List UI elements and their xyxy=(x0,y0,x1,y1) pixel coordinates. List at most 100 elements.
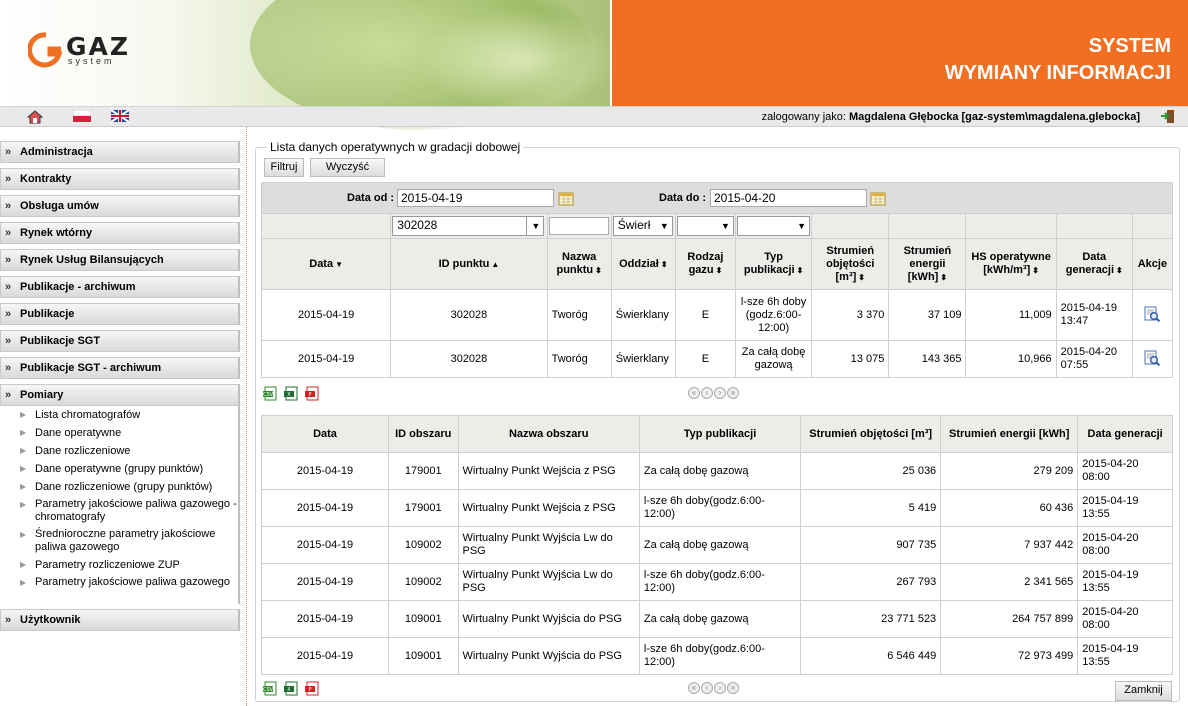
calendar-icon[interactable] xyxy=(558,191,574,206)
csv-export-icon[interactable]: CSV xyxy=(263,386,277,401)
table-row[interactable]: 2015-04-19 179001 Wirtualny Punkt Wejścia … xyxy=(261,489,1173,527)
column-header[interactable]: Data generacji xyxy=(1077,415,1173,453)
table-cell: 109002 xyxy=(387,563,459,601)
table-row[interactable]: 2015-04-19 302028 Tworóg Świerklany El-sze 6… xyxy=(260,289,1174,341)
date-to-input[interactable]: 2015-04-20 xyxy=(710,189,867,207)
table-row[interactable]: 2015-04-19 179001 Wirtualny Punkt Wejścia … xyxy=(261,452,1173,490)
pdf-export-icon[interactable]: P xyxy=(305,386,319,401)
sidebar-subitem-2[interactable]: ▶ Dane rozliczeniowe xyxy=(0,442,238,460)
column-header[interactable]: Strumień objętości [m³] xyxy=(800,415,942,453)
table-cell: Za całą dobę gazową xyxy=(638,452,802,490)
column-header[interactable]: Oddział ⬍ xyxy=(610,238,676,290)
point-name-filter[interactable] xyxy=(548,217,609,235)
column-header[interactable]: Strumień objętości [m³] ⬍ xyxy=(811,238,890,290)
table-cell: 37 109 xyxy=(888,289,967,341)
page-last-icon[interactable]: » xyxy=(727,387,739,399)
panel-title: Lista danych operatywnych w gradacji dob… xyxy=(267,140,524,154)
table-row[interactable]: 2015-04-19 109001 Wirtualny Punkt Wyjścia … xyxy=(261,600,1173,638)
column-header[interactable]: ID obszaru xyxy=(387,415,459,453)
point-id-select[interactable]: 302028 ▼ xyxy=(392,216,545,236)
english-flag-icon[interactable] xyxy=(111,110,129,122)
table-cell: 60 436 xyxy=(940,489,1079,527)
sort-icon: ⬍ xyxy=(595,266,602,275)
table-cell: Wirtualny Punkt Wyjścia do PSG xyxy=(457,600,640,638)
column-header[interactable]: HS operatywne [kWh/m³] ⬍ xyxy=(965,238,1057,290)
sidebar-section-3[interactable]: » Rynek wtórny xyxy=(0,222,240,244)
table-cell: 2015-04-20 08:00 xyxy=(1077,600,1173,638)
triangle-right-icon: ▶ xyxy=(20,578,27,587)
sidebar-subitem-5[interactable]: ▶ Parametry jakościowe paliwa gazowego - … xyxy=(0,496,238,526)
column-header[interactable]: Data generacji ⬍ xyxy=(1055,238,1133,290)
svg-text:CSV: CSV xyxy=(263,392,274,398)
sidebar-subitem-0[interactable]: ▶ Lista chromatografów xyxy=(0,406,238,424)
table-row[interactable]: 2015-04-19 109002 Wirtualny Punkt Wyjścia … xyxy=(261,563,1173,601)
page-prev-icon[interactable]: ‹ xyxy=(701,682,713,694)
pdf-export-icon[interactable]: P xyxy=(305,681,319,696)
view-details-icon[interactable] xyxy=(1143,306,1161,322)
column-header[interactable]: Typ publikacji ⬍ xyxy=(735,238,813,290)
sidebar-section-5[interactable]: » Publikacje - archiwum xyxy=(0,276,240,298)
column-header[interactable]: Data xyxy=(261,415,389,453)
page-first-icon[interactable]: « xyxy=(688,387,700,399)
sidebar-subitem-3[interactable]: ▶ Dane operatywne (grupy punktów) xyxy=(0,460,238,478)
sort-icon: ⬍ xyxy=(660,259,668,269)
column-header[interactable]: Akcje xyxy=(1131,238,1174,290)
polish-flag-icon[interactable] xyxy=(73,110,91,122)
gas-type-select[interactable]: ▼ xyxy=(676,216,734,236)
sidebar-subitem-1[interactable]: ▶ Dane operatywne xyxy=(0,424,238,442)
table-row[interactable]: 2015-04-19 109002 Wirtualny Punkt Wyjścia … xyxy=(261,526,1173,564)
view-details-icon[interactable] xyxy=(1143,350,1161,366)
table-cell: 2015-04-19 xyxy=(261,526,389,564)
table-cell: 72 973 499 xyxy=(940,637,1079,675)
sidebar-section-6[interactable]: » Publikacje xyxy=(0,303,240,325)
column-header[interactable]: Nazwa punktu ⬍ xyxy=(546,238,612,290)
column-header[interactable]: Data ▼ xyxy=(260,238,392,290)
column-header[interactable]: Strumień energii [kWh] ⬍ xyxy=(888,238,967,290)
sidebar-subitem-7[interactable]: ▶ Parametry rozliczeniowe ZUP xyxy=(0,556,238,574)
filter-button[interactable]: Filtruj xyxy=(264,158,304,177)
table-cell: 11,009 xyxy=(965,289,1057,341)
page-next-icon[interactable]: › xyxy=(714,387,726,399)
column-header[interactable]: Rodzaj gazu ⬍ xyxy=(674,238,737,290)
page-next-icon[interactable]: › xyxy=(714,682,726,694)
table-row[interactable]: 2015-04-19 302028 Tworóg Świerklany E Za całą… xyxy=(260,340,1174,378)
page-first-icon[interactable]: « xyxy=(688,682,700,694)
csv-export-icon[interactable]: CSV xyxy=(263,681,277,696)
table-cell: Świerklany xyxy=(610,340,676,378)
column-header[interactable]: Typ publikacji xyxy=(638,415,802,453)
excel-export-icon[interactable]: X xyxy=(284,386,298,401)
triangle-right-icon: ▶ xyxy=(20,530,27,539)
triangle-right-icon: ▶ xyxy=(20,482,27,491)
home-icon[interactable] xyxy=(27,110,43,124)
logout-icon[interactable] xyxy=(1160,109,1176,124)
table-cell: l-sze 6h doby(godz.6:00-12:00) xyxy=(638,563,802,601)
sidebar-subitem-8[interactable]: ▶ Parametry jakościowe paliwa gazowego xyxy=(0,574,238,604)
date-from-input[interactable]: 2015-04-19 xyxy=(397,189,554,207)
branch-select[interactable]: Świerł ▼ xyxy=(612,216,673,236)
table-row[interactable]: 2015-04-19 109001 Wirtualny Punkt Wyjścia … xyxy=(261,637,1173,675)
sidebar-section-7[interactable]: » Publikacje SGT xyxy=(0,330,240,352)
chevron-double-icon: » xyxy=(5,200,12,212)
header-banner-image: GAZ system xyxy=(0,0,620,130)
column-header[interactable]: Strumień energii [kWh] xyxy=(940,415,1079,453)
sidebar-section-2[interactable]: » Obsługa umów xyxy=(0,195,240,217)
table-cell: 2015-04-19 13:55 xyxy=(1077,637,1173,675)
page-last-icon[interactable]: » xyxy=(727,682,739,694)
sidebar-subitem-4[interactable]: ▶ Dane rozliczeniowe (grupy punktów) xyxy=(0,478,238,496)
page-prev-icon[interactable]: ‹ xyxy=(701,387,713,399)
table-cell: Za całą dobę gazową xyxy=(735,340,813,378)
sidebar-section-1[interactable]: » Kontrakty xyxy=(0,168,240,190)
sidebar-section-user[interactable]: » Użytkownik xyxy=(0,609,240,631)
publication-type-select[interactable]: ▼ xyxy=(737,216,811,236)
close-button[interactable]: Zamknij xyxy=(1115,681,1172,701)
sidebar-subitem-6[interactable]: ▶ Średnioroczne parametry jakościowe pali… xyxy=(0,526,238,556)
calendar-icon[interactable] xyxy=(870,191,886,206)
clear-button[interactable]: Wyczyść xyxy=(310,158,385,177)
sidebar-section-0[interactable]: » Administracja xyxy=(0,141,240,163)
sidebar-section-9[interactable]: » Pomiary xyxy=(0,384,240,406)
excel-export-icon[interactable]: X xyxy=(284,681,298,696)
sidebar-section-8[interactable]: » Publikacje SGT - archiwum xyxy=(0,357,240,379)
column-header[interactable]: Nazwa obszaru xyxy=(457,415,640,453)
column-header[interactable]: ID punktu ▲ xyxy=(390,238,548,290)
sidebar-section-4[interactable]: » Rynek Usług Bilansujących xyxy=(0,249,240,271)
